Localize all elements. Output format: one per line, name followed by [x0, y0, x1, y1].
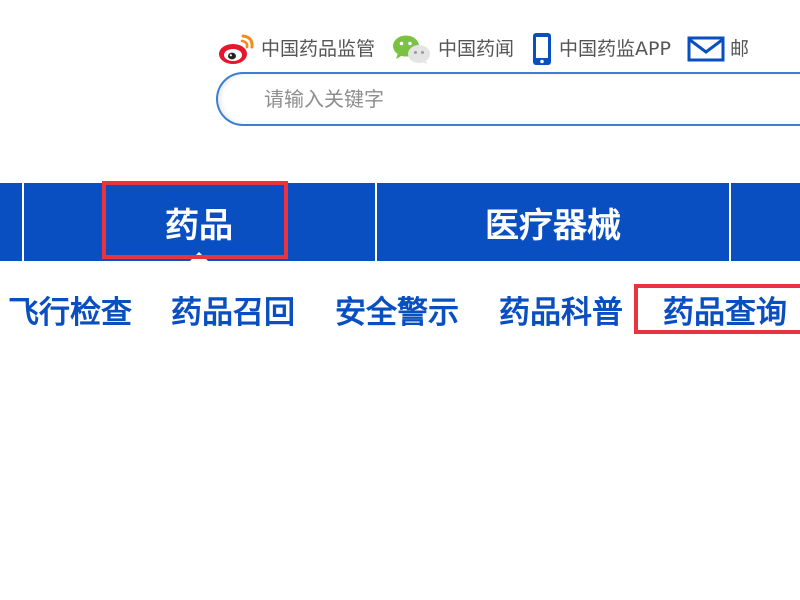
nav-item-drugs[interactable]: 药品 — [24, 183, 374, 261]
weibo-icon — [216, 32, 256, 66]
mobile-phone-icon — [530, 32, 554, 66]
top-links-bar: 中国药品监管 中国药闻 中国药监APP 邮 — [216, 32, 765, 66]
search-input[interactable] — [262, 86, 786, 112]
sub-nav-item-label: 药品查询 — [663, 294, 787, 331]
nav-item-drugs-label: 药品 — [165, 205, 233, 246]
wechat-link-label: 中国药闻 — [438, 37, 515, 60]
sub-nav-item-drug-science[interactable]: 药品科普 — [499, 282, 623, 336]
wechat-link[interactable]: 中国药闻 — [391, 32, 514, 66]
sub-nav: 飞行检查 药品召回 安全警示 药品科普 药品查询 — [0, 282, 800, 336]
sub-nav-item-label: 安全警示 — [335, 294, 459, 331]
nav-divider — [729, 183, 731, 261]
mail-link[interactable]: 邮 — [687, 32, 749, 66]
wechat-icon — [391, 32, 433, 66]
mail-link-label: 邮 — [729, 37, 749, 60]
active-caret-icon — [190, 252, 208, 261]
sub-nav-item-drug-query[interactable]: 药品查询 — [663, 282, 787, 336]
sub-nav-item-drug-recall[interactable]: 药品召回 — [171, 282, 295, 336]
weibo-link[interactable]: 中国药品监管 — [216, 32, 375, 66]
mail-icon — [687, 32, 725, 66]
nav-item-medical-devices-label: 医疗器械 — [485, 205, 621, 246]
main-nav: 药品 医疗器械 — [0, 183, 800, 261]
app-link-label: 中国药监APP — [559, 37, 671, 60]
sub-nav-item-safety-warning[interactable]: 安全警示 — [335, 282, 459, 336]
sub-nav-item-flight-inspection[interactable]: 飞行检查 — [8, 282, 132, 336]
nav-item-medical-devices[interactable]: 医疗器械 — [377, 183, 729, 261]
search-box — [216, 72, 800, 126]
sub-nav-item-label: 药品科普 — [499, 294, 623, 331]
weibo-link-label: 中国药品监管 — [261, 37, 376, 60]
app-link[interactable]: 中国药监APP — [530, 32, 671, 66]
sub-nav-item-label: 飞行检查 — [8, 294, 132, 331]
sub-nav-item-label: 药品召回 — [171, 294, 295, 331]
